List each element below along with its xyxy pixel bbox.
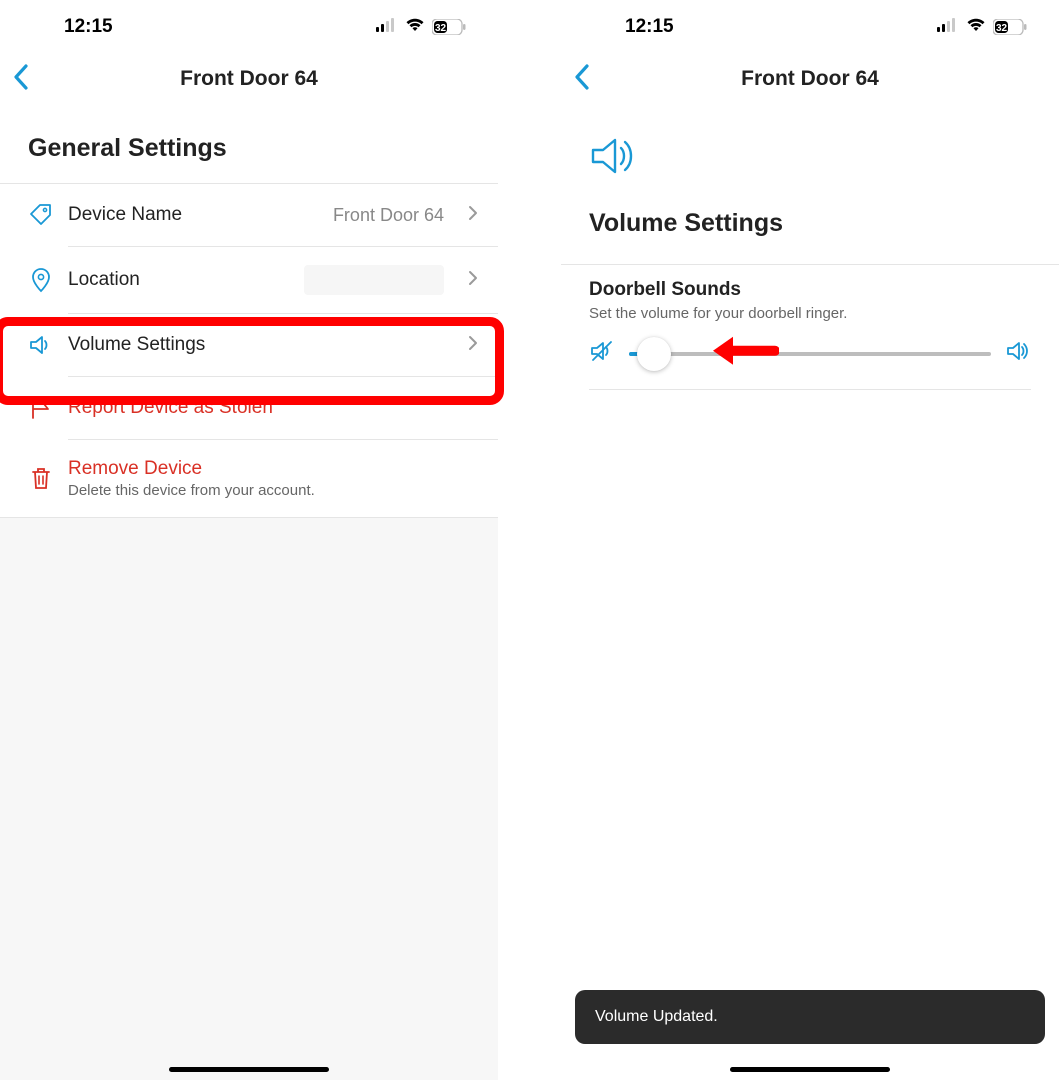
svg-text:32: 32 xyxy=(435,23,447,34)
nav-header: Front Door 64 xyxy=(0,54,498,104)
slider-title: Doorbell Sounds xyxy=(589,279,1031,301)
page-title: Front Door 64 xyxy=(577,67,1043,91)
cellular-icon xyxy=(376,18,398,37)
back-button[interactable] xyxy=(12,63,30,96)
wifi-icon xyxy=(966,18,986,37)
volume-icon xyxy=(28,332,54,358)
toast-text: Volume Updated. xyxy=(595,1008,718,1025)
volume-muted-icon xyxy=(589,338,615,369)
section-title: General Settings xyxy=(0,104,498,183)
battery-icon: 32 xyxy=(432,19,466,35)
chevron-right-icon xyxy=(468,205,478,226)
row-device-name[interactable]: Device Name Front Door 64 xyxy=(0,184,498,246)
home-indicator xyxy=(169,1067,329,1072)
row-label: Device Name xyxy=(68,204,319,226)
flag-icon xyxy=(28,395,54,421)
slider-subtitle: Set the volume for your doorbell ringer. xyxy=(589,305,1031,322)
volume-max-icon xyxy=(1005,338,1031,369)
row-remove-device[interactable]: Remove Device Delete this device from yo… xyxy=(0,440,498,518)
tag-icon xyxy=(28,202,54,228)
svg-text:32: 32 xyxy=(996,23,1008,34)
home-indicator xyxy=(730,1067,890,1072)
row-sublabel: Delete this device from your account. xyxy=(68,482,478,499)
volume-slider[interactable] xyxy=(629,352,991,356)
row-volume-settings[interactable]: Volume Settings xyxy=(0,314,498,376)
row-value-masked xyxy=(304,265,444,295)
status-icons: 32 xyxy=(937,18,1027,37)
toast-volume-updated: Volume Updated. xyxy=(575,990,1045,1044)
volume-hero-icon xyxy=(561,104,1059,191)
battery-icon: 32 xyxy=(993,19,1027,35)
status-time: 12:15 xyxy=(625,16,674,38)
page-title: Front Door 64 xyxy=(16,67,482,91)
cellular-icon xyxy=(937,18,959,37)
empty-fill xyxy=(561,394,1059,1080)
status-bar: 12:15 32 xyxy=(561,0,1059,54)
chevron-right-icon xyxy=(468,335,478,356)
screen-general-settings: 12:15 32 Front Door 64 Genera xyxy=(0,0,498,1080)
status-icons: 32 xyxy=(376,18,466,37)
wifi-icon xyxy=(405,18,425,37)
row-label: Volume Settings xyxy=(68,334,454,356)
status-bar: 12:15 32 xyxy=(0,0,498,54)
doorbell-sounds-section: Doorbell Sounds Set the volume for your … xyxy=(561,264,1059,394)
location-pin-icon xyxy=(28,267,54,293)
row-label: Report Device as Stolen xyxy=(68,397,478,419)
row-value: Front Door 64 xyxy=(333,205,444,226)
volume-title: Volume Settings xyxy=(561,191,1059,264)
row-report-stolen[interactable]: Report Device as Stolen xyxy=(0,377,498,439)
slider-row xyxy=(589,322,1031,390)
chevron-right-icon xyxy=(468,270,478,291)
empty-fill xyxy=(0,518,498,1080)
row-location[interactable]: Location xyxy=(0,247,498,313)
trash-icon xyxy=(28,466,54,492)
slider-thumb[interactable] xyxy=(637,337,671,371)
screen-volume-settings: 12:15 32 Front Door 64 xyxy=(561,0,1059,1080)
nav-header: Front Door 64 xyxy=(561,54,1059,104)
row-label: Remove Device xyxy=(68,458,478,480)
row-label: Location xyxy=(68,269,290,291)
status-time: 12:15 xyxy=(64,16,113,38)
back-button[interactable] xyxy=(573,63,591,96)
